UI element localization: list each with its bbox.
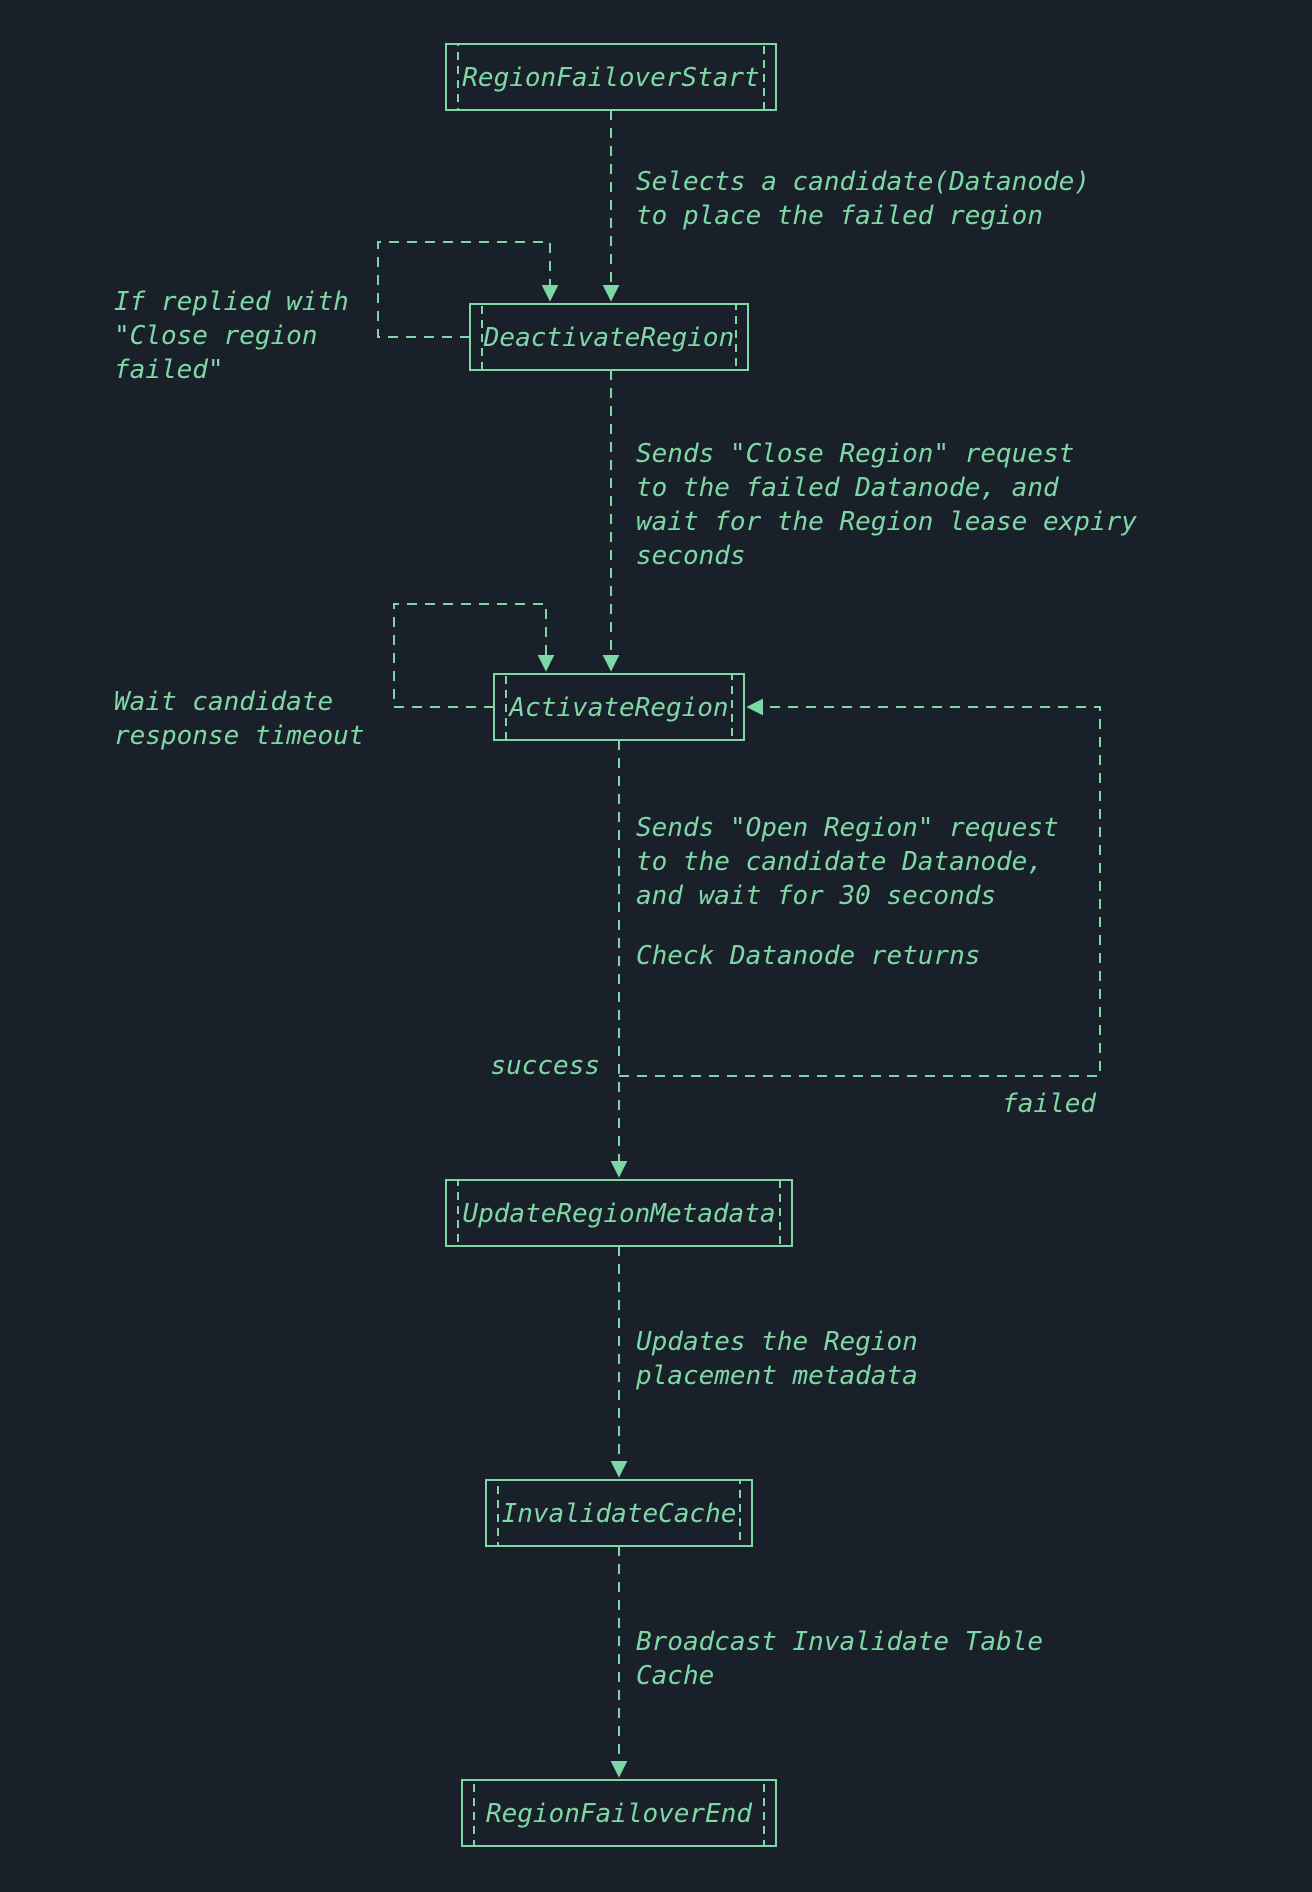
failover-flow-diagram: RegionFailoverStart DeactivateRegion Act… xyxy=(0,0,1312,1892)
node-update-region-metadata: UpdateRegionMetadata xyxy=(446,1180,792,1246)
node-invalidate-cache: InvalidateCache xyxy=(486,1480,752,1546)
edge-label: Updates the Region placement metadata xyxy=(635,1327,933,1391)
node-label: InvalidateCache xyxy=(502,1499,737,1529)
edge-label: Sends "Open Region" request to the candi… xyxy=(636,813,1074,971)
edge-failed-label: failed xyxy=(1002,1089,1096,1119)
node-region-failover-start: RegionFailoverStart xyxy=(446,44,776,110)
node-label: RegionFailoverEnd xyxy=(486,1799,752,1829)
node-label: RegionFailoverStart xyxy=(462,63,759,93)
edge-label: Selects a candidate(Datanode) to place t… xyxy=(636,167,1106,231)
node-label: UpdateRegionMetadata xyxy=(462,1199,775,1229)
edge-label: Broadcast Invalidate Table Cache xyxy=(636,1627,1059,1691)
node-region-failover-end: RegionFailoverEnd xyxy=(462,1780,776,1846)
edge-label: Wait candidate response timeout xyxy=(114,687,364,751)
edge-act-self-loop xyxy=(394,604,546,707)
node-activate-region: ActivateRegion xyxy=(494,674,744,740)
node-deactivate-region: DeactivateRegion xyxy=(470,304,748,370)
edge-label: If replied with "Close region failed" xyxy=(114,287,364,385)
edge-label: Sends "Close Region" request to the fail… xyxy=(636,439,1153,571)
node-label: DeactivateRegion xyxy=(483,323,734,353)
edge-success-label: success xyxy=(490,1051,600,1081)
node-label: ActivateRegion xyxy=(507,693,728,723)
